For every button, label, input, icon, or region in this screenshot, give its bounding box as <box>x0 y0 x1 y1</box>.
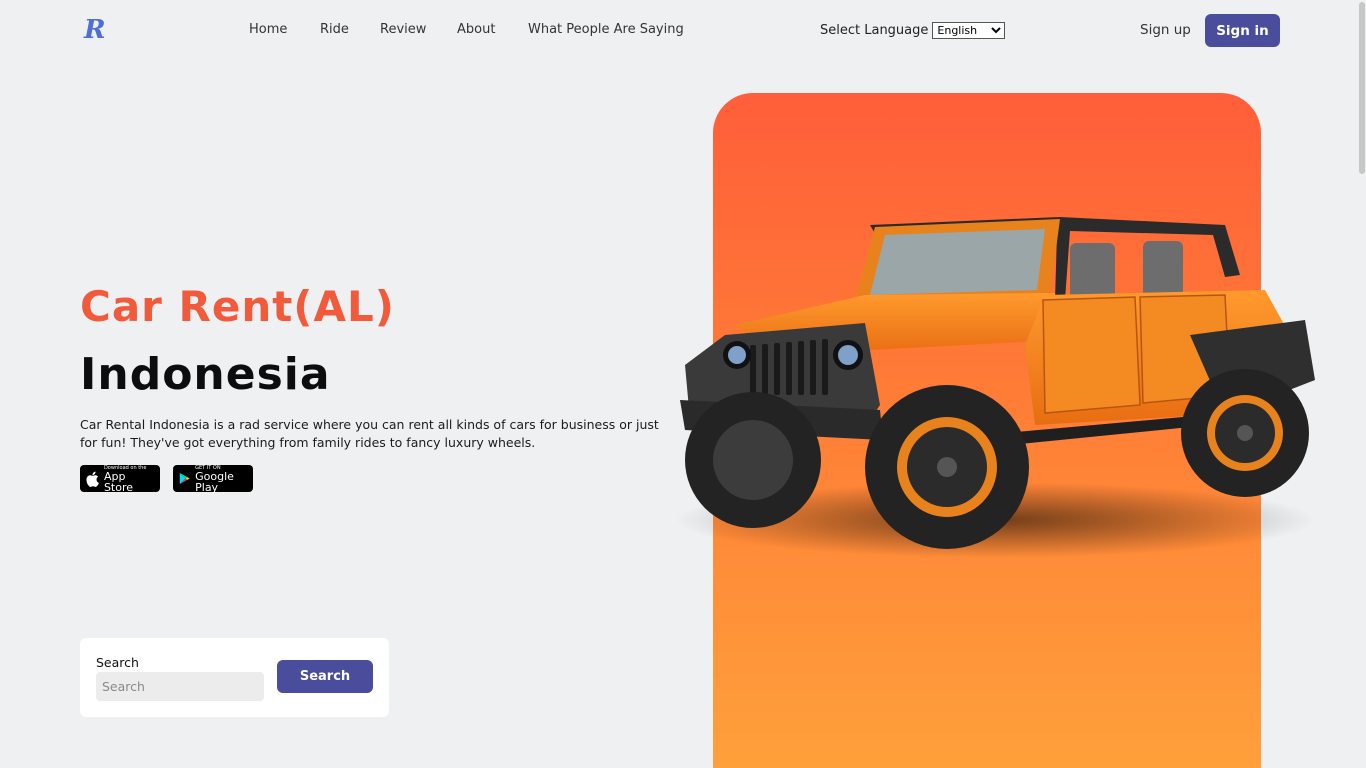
hero-title: Car Rent(AL) <box>80 282 395 331</box>
language-selector: Select Language English <box>820 22 1006 39</box>
search-input[interactable] <box>96 672 264 701</box>
language-select[interactable]: English <box>932 22 1006 39</box>
nav-ride[interactable]: Ride <box>320 22 349 37</box>
rear-right-wheel <box>1181 369 1309 497</box>
nav-home[interactable]: Home <box>249 22 287 37</box>
logo-letter: R <box>83 15 106 44</box>
app-store-big-label: App Store <box>103 469 134 494</box>
google-play-button[interactable]: GET IT ON Google Play <box>173 465 253 493</box>
nav-what-people-are-saying[interactable]: What People Are Saying <box>528 22 684 37</box>
jeep-car-image <box>675 217 1315 558</box>
logo-icon[interactable]: R <box>82 14 112 44</box>
nav-review[interactable]: Review <box>380 22 426 37</box>
hero-description: Car Rental Indonesia is a rad service wh… <box>80 417 659 450</box>
sign-in-button[interactable]: Sign in <box>1205 14 1280 47</box>
front-left-wheel <box>685 392 821 528</box>
apple-icon <box>86 471 99 487</box>
google-play-icon <box>179 472 190 485</box>
google-play-text: GET IT ON Google Play <box>195 465 247 493</box>
app-store-text: Download on the App Store <box>104 465 154 493</box>
google-play-big-label: Google Play <box>195 469 234 494</box>
scrollbar-thumb[interactable] <box>1359 2 1365 174</box>
page-scrollbar[interactable] <box>1358 0 1366 768</box>
search-button[interactable]: Search <box>277 660 373 693</box>
front-right-wheel <box>865 385 1029 549</box>
nav-about[interactable]: About <box>457 22 495 37</box>
language-label: Select Language <box>820 23 929 38</box>
search-card: Search Search <box>80 638 389 717</box>
app-store-button[interactable]: Download on the App Store <box>80 465 160 493</box>
sign-up-link[interactable]: Sign up <box>1140 22 1191 38</box>
search-label: Search <box>96 655 139 670</box>
hero-subtitle: Indonesia <box>80 349 331 400</box>
